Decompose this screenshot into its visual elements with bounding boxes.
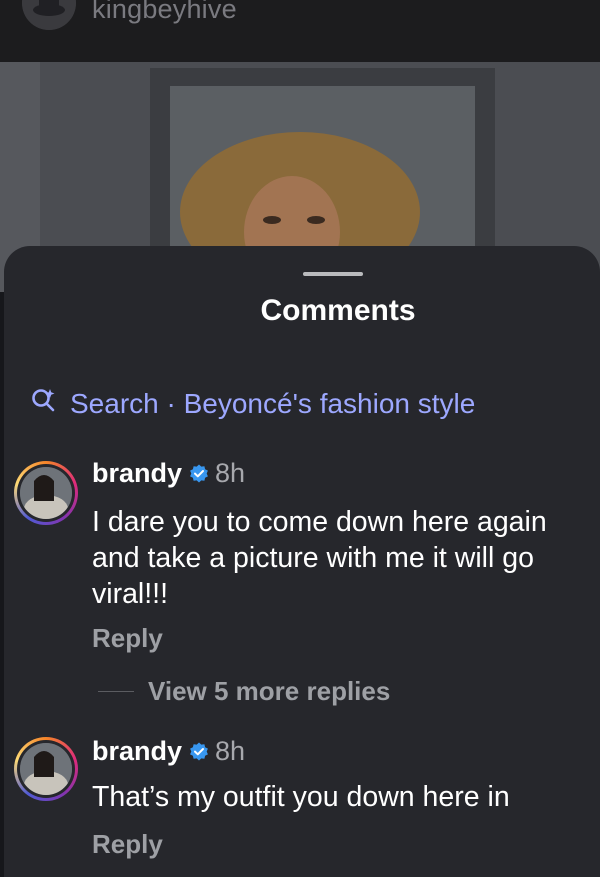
- reply-button[interactable]: Reply: [92, 829, 163, 860]
- view-more-replies-button[interactable]: View 5 more replies: [98, 676, 390, 707]
- replies-divider: [98, 691, 134, 692]
- header-avatar[interactable]: [22, 0, 76, 30]
- avatar[interactable]: [14, 461, 78, 525]
- verified-badge-icon: [189, 742, 209, 762]
- header-username[interactable]: kingbeyhive: [92, 0, 237, 25]
- post-header: kingbeyhive: [0, 0, 600, 62]
- comment-time: 8h: [215, 458, 246, 488]
- search-label: Search · Beyoncé's fashion style: [70, 388, 476, 419]
- comment-text: That’s my outfit you down here in: [92, 781, 510, 813]
- view-replies-label: View 5 more replies: [148, 676, 391, 706]
- reply-button[interactable]: Reply: [92, 623, 163, 654]
- comment-username[interactable]: brandy: [92, 458, 182, 489]
- search-suggestion[interactable]: Search · Beyoncé's fashion style: [30, 386, 475, 422]
- search-sparkle-icon: [30, 387, 70, 422]
- avatar[interactable]: [14, 737, 78, 801]
- comment-text: I dare you to come down here again and t…: [92, 506, 547, 610]
- verified-badge-icon: [189, 464, 209, 484]
- comments-title: Comments: [260, 294, 416, 327]
- comment-username[interactable]: brandy: [92, 736, 182, 767]
- sheet-grabber[interactable]: [303, 272, 363, 276]
- comment-time: 8h: [215, 736, 246, 766]
- instagram-post-page: kingbeyhive Comments Search · Beyoncé's …: [0, 0, 600, 877]
